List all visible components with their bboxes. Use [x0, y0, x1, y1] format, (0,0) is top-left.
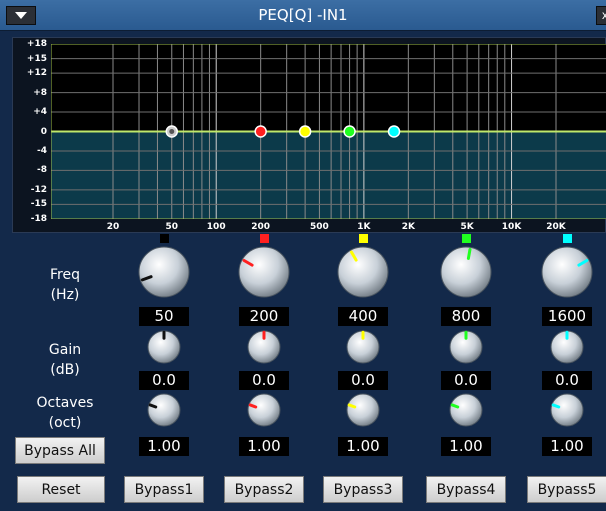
band-2-freq-value[interactable]: 200: [239, 307, 289, 326]
y-tick-label: +4: [33, 107, 47, 118]
x-tick-label: 2K: [401, 222, 415, 232]
x-tick-label: 10K: [501, 222, 522, 232]
x-tick-label: 20K: [546, 222, 566, 232]
y-tick-label: -18: [30, 214, 47, 224]
band-3-gain-value[interactable]: 0.0: [338, 371, 388, 390]
band-5-octaves-knob[interactable]: [548, 391, 586, 429]
band-3-octaves-value[interactable]: 1.00: [338, 437, 388, 456]
band-2-freq-knob[interactable]: [236, 244, 292, 300]
band-point-5[interactable]: [387, 125, 401, 138]
knob-pointer: [248, 403, 258, 409]
knob-pointer: [551, 403, 561, 409]
reset-button[interactable]: Reset: [17, 476, 105, 503]
y-tick-label: +12: [26, 68, 47, 79]
band-4-bypass-button[interactable]: Bypass4: [426, 476, 506, 503]
band-1-octaves-value[interactable]: 1.00: [139, 437, 189, 456]
x-tick-label: 20: [106, 222, 120, 232]
band-2-gain-value[interactable]: 0.0: [239, 371, 289, 390]
freq-label-line2: (Hz): [50, 287, 80, 303]
octaves-label-line2: (oct): [48, 415, 82, 431]
band-3-color-marker: [359, 234, 368, 243]
x-tick-label: 500: [310, 222, 329, 232]
knob-pointer: [450, 403, 460, 409]
y-tick-label: -15: [30, 199, 47, 210]
band-point-1-center: [169, 129, 175, 134]
band-1-freq-value[interactable]: 50: [139, 307, 189, 326]
band-2-octaves-value[interactable]: 1.00: [239, 437, 289, 456]
band-1-color-marker: [160, 234, 169, 243]
close-button[interactable]: x: [596, 6, 606, 25]
band-2-octaves-knob[interactable]: [245, 391, 283, 429]
y-tick-label: -8: [37, 165, 47, 176]
y-tick-label: +15: [26, 53, 47, 64]
eq-plot[interactable]: [51, 44, 606, 219]
band-5-freq-value[interactable]: 1600: [542, 307, 592, 326]
knob-pointer: [347, 403, 357, 409]
freq-label-line1: Freq: [50, 267, 80, 283]
band-5-bypass-button[interactable]: Bypass5: [527, 476, 606, 503]
peq-window: PEQ[Q] -IN1 x +18 +15 +12 +8 +4 0 -4 -8 -12 -15 -1…: [0, 0, 606, 511]
window-title: PEQ[Q] -IN1: [258, 6, 348, 24]
band-3-freq-knob[interactable]: [335, 244, 391, 300]
band-4-color-marker: [462, 234, 471, 243]
freq-label: Freq (Hz): [30, 265, 100, 305]
title-bar[interactable]: PEQ[Q] -IN1 x: [0, 0, 606, 31]
band-1-bypass-button[interactable]: Bypass1: [124, 476, 204, 503]
octaves-label-line1: Octaves: [36, 395, 94, 411]
x-tick-label: 200: [251, 222, 271, 232]
band-1-gain-value[interactable]: 0.0: [139, 371, 189, 390]
y-tick-label: +8: [33, 87, 47, 98]
x-tick-label: 50: [165, 222, 179, 232]
band-3-freq-value[interactable]: 400: [338, 307, 388, 326]
band-3-octaves-knob[interactable]: [344, 391, 382, 429]
band-5-freq-knob[interactable]: [539, 244, 595, 300]
knob-pointer: [466, 247, 472, 260]
band-2-bypass-button[interactable]: Bypass2: [224, 476, 304, 503]
band-1-freq-knob[interactable]: [136, 244, 192, 300]
band-4-octaves-value[interactable]: 1.00: [441, 437, 491, 456]
y-tick-label: 0: [40, 126, 47, 137]
band-5-gain-knob[interactable]: [548, 328, 586, 366]
band-4-freq-knob[interactable]: [438, 244, 494, 300]
gain-label-line2: (dB): [50, 362, 80, 378]
eq-response-graph[interactable]: +18 +15 +12 +8 +4 0 -4 -8 -12 -15 -18 20 50 100 200 50…: [12, 37, 606, 233]
y-tick-label: +18: [26, 39, 47, 49]
band-2-gain-knob[interactable]: [245, 328, 283, 366]
gain-label-line1: Gain: [48, 342, 82, 358]
band-1-octaves-knob[interactable]: [145, 391, 183, 429]
x-tick-label: 100: [206, 222, 226, 232]
band-2-color-marker: [260, 234, 269, 243]
knob-pointer: [148, 403, 158, 409]
band-4-freq-value[interactable]: 800: [441, 307, 491, 326]
band-3-bypass-button[interactable]: Bypass3: [323, 476, 403, 503]
band-5-color-marker: [563, 234, 572, 243]
bypass-all-button[interactable]: Bypass All: [15, 437, 105, 464]
y-tick-label: -12: [30, 184, 47, 195]
band-5-gain-value[interactable]: 0.0: [542, 371, 592, 390]
band-4-gain-knob[interactable]: [447, 328, 485, 366]
band-4-octaves-knob[interactable]: [447, 391, 485, 429]
band-point-3[interactable]: [298, 125, 312, 138]
octaves-label: Octaves (oct): [30, 393, 100, 433]
band-point-2[interactable]: [254, 125, 267, 138]
band-point-4[interactable]: [343, 125, 356, 138]
x-tick-label: 5K: [460, 222, 474, 232]
band-3-gain-knob[interactable]: [344, 328, 382, 366]
band-1-gain-knob[interactable]: [145, 328, 183, 366]
gain-label: Gain (dB): [30, 340, 100, 380]
band-4-gain-value[interactable]: 0.0: [441, 371, 491, 390]
band-5-octaves-value[interactable]: 1.00: [542, 437, 592, 456]
x-tick-label: 1K: [357, 222, 371, 232]
y-tick-label: -4: [37, 145, 47, 156]
